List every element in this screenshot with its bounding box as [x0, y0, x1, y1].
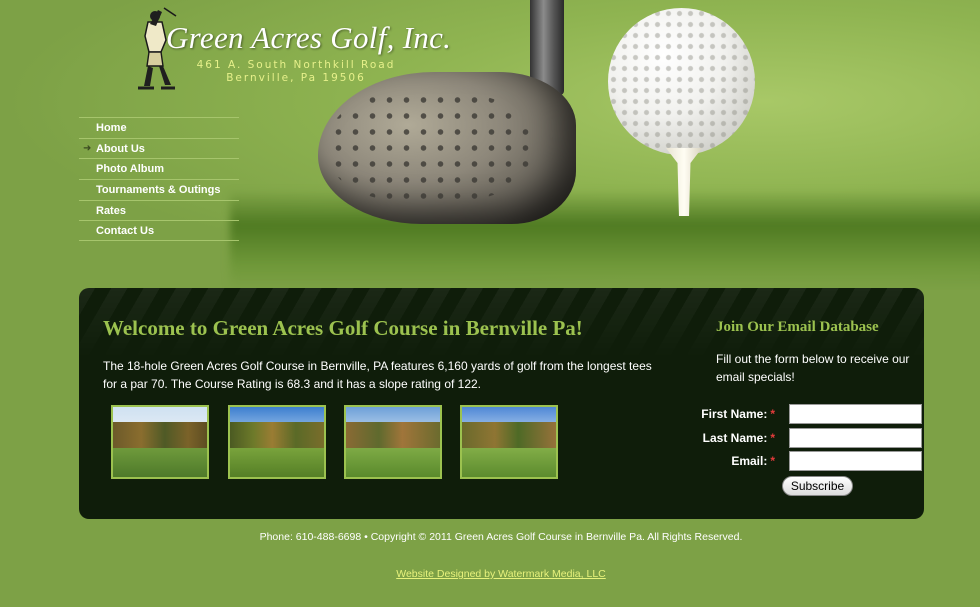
course-photo-thumbnail-3[interactable] — [344, 405, 442, 479]
nav-label: Contact Us — [96, 225, 155, 238]
address-line-1: 461 A. South Northkill Road — [196, 59, 396, 71]
nav-item-photo-album[interactable]: Photo Album — [79, 158, 239, 179]
last-name-input[interactable] — [789, 428, 922, 448]
footer-copyright: Phone: 610-488-6698 • Copyright © 2011 G… — [259, 531, 743, 543]
intro-text: The 18-hole Green Acres Golf Course in B… — [103, 359, 652, 391]
email-signup-description: Fill out the form below to receive our e… — [716, 352, 910, 384]
nav-item-contact-us[interactable]: Contact Us — [79, 220, 239, 242]
email-signup-title: Join Our Email Database — [716, 319, 879, 335]
grass-background — [230, 190, 980, 290]
designer-credit-link[interactable]: Website Designed by Watermark Media, LLC — [0, 568, 980, 580]
page-title: Welcome to Green Acres Golf Course in Be… — [103, 316, 583, 340]
last-name-label-text: Last Name: — [702, 431, 768, 445]
subscribe-button[interactable]: Subscribe — [782, 476, 853, 496]
email-label: Email: * — [655, 454, 775, 468]
course-photo-thumbnail-1[interactable] — [111, 405, 209, 479]
nav-label: Photo Album — [96, 163, 165, 176]
nav-item-rates[interactable]: Rates — [79, 199, 239, 221]
logo-address: 461 A. South Northkill Road Bernville, P… — [176, 59, 416, 85]
nav-item-tournaments-outings[interactable]: Tournaments & Outings — [79, 179, 239, 200]
course-photo-thumbnail-2[interactable] — [228, 405, 326, 479]
required-mark: * — [770, 431, 775, 445]
nav-label: Rates — [96, 204, 126, 217]
main-nav: Home ➜ About Us Photo Album Tournaments … — [79, 117, 239, 242]
email-input[interactable] — [789, 451, 922, 471]
content-panel: Welcome to Green Acres Golf Course in Be… — [79, 288, 924, 519]
course-photo-thumbnail-4[interactable] — [460, 405, 558, 479]
golf-ball-dimples — [608, 8, 755, 155]
required-mark: * — [770, 407, 775, 421]
email-label-text: Email: — [731, 454, 768, 468]
nav-item-about-us[interactable]: ➜ About Us — [79, 137, 239, 159]
nav-label: Home — [96, 122, 127, 134]
first-name-label-text: First Name: — [701, 407, 768, 421]
nav-label: Tournaments & Outings — [96, 184, 221, 197]
golf-club-texture — [330, 92, 530, 202]
logo-title: Green Acres Golf, Inc. — [166, 20, 452, 55]
required-mark: * — [770, 454, 775, 468]
first-name-label: First Name: * — [655, 407, 775, 421]
nav-item-home[interactable]: Home — [79, 117, 239, 138]
first-name-input[interactable] — [789, 404, 922, 424]
address-line-2: Bernville, Pa 19506 — [226, 72, 366, 84]
nav-label: About Us — [96, 142, 145, 155]
last-name-label: Last Name: * — [655, 431, 775, 445]
active-arrow-icon: ➜ — [83, 142, 92, 154]
